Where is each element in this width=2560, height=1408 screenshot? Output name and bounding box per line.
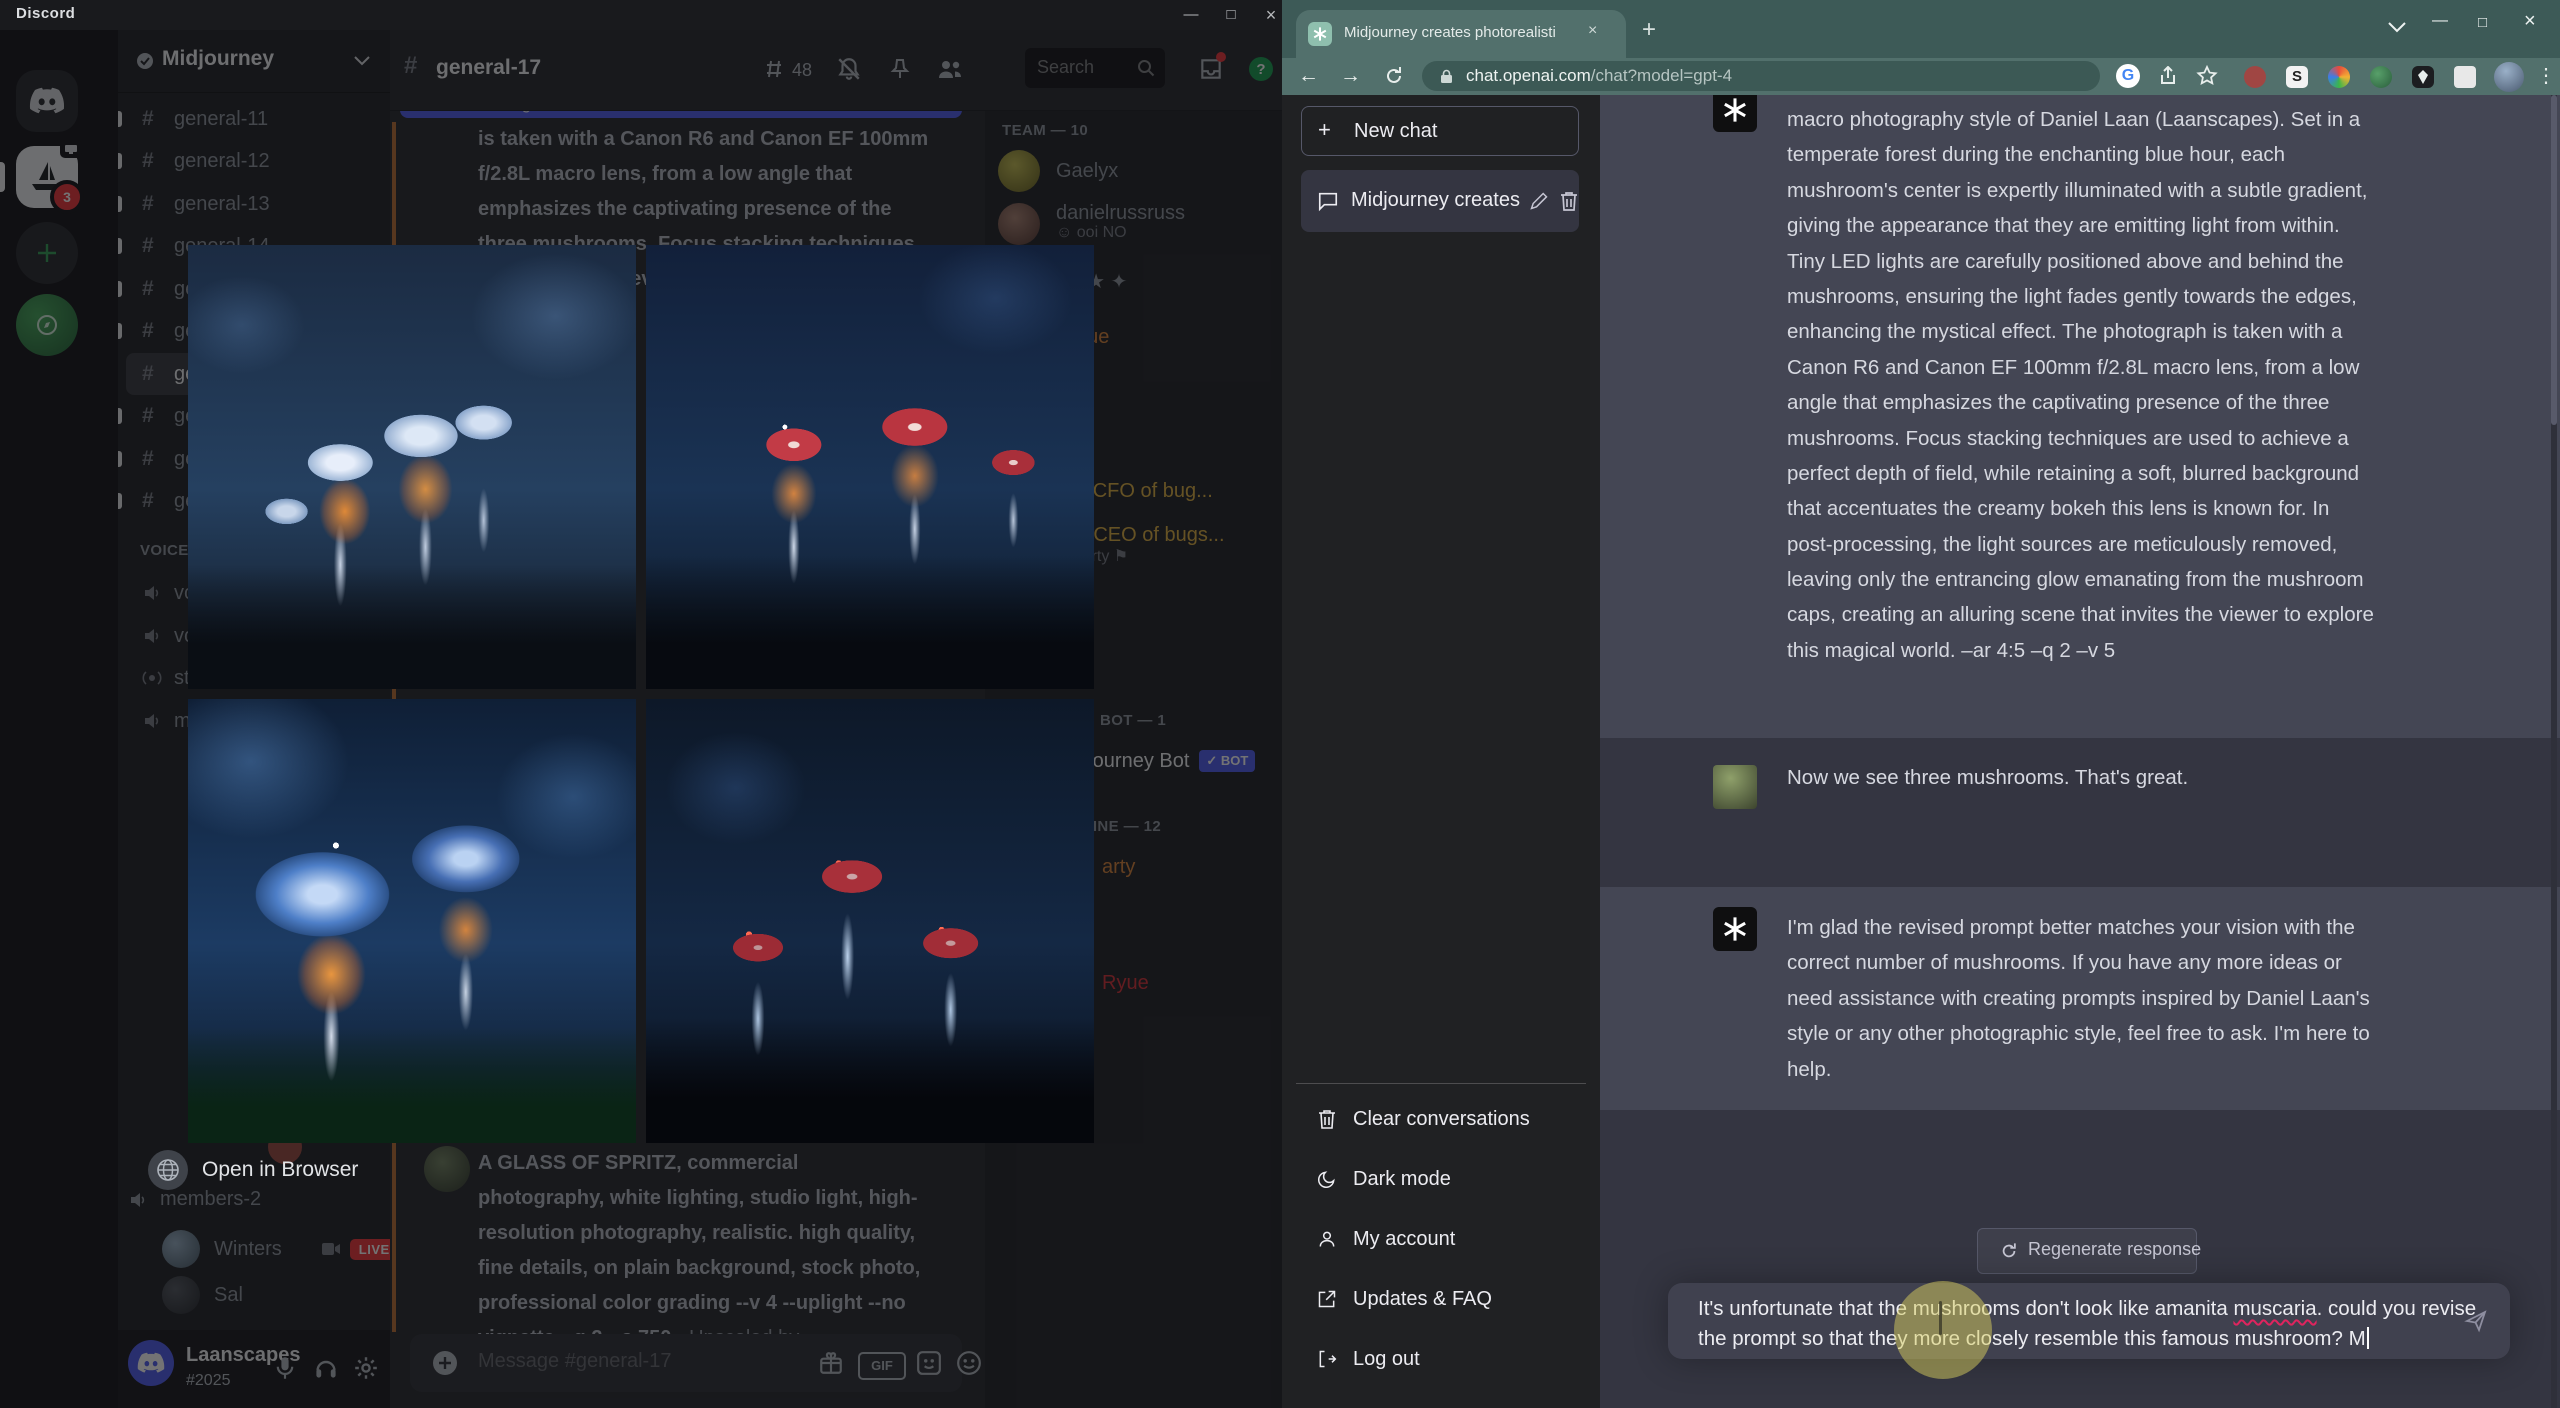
window-chevron-icon[interactable]: [2388, 22, 2406, 33]
extension-icon-5[interactable]: [2412, 66, 2434, 88]
sidebar-item-my-account[interactable]: My account: [1301, 1213, 1579, 1265]
sidebar-item-updates-faq[interactable]: Updates & FAQ: [1301, 1273, 1579, 1325]
browser-menu-icon[interactable]: ⋮: [2536, 63, 2556, 88]
globe-icon: [157, 1159, 179, 1181]
open-in-browser-icon: [148, 1150, 188, 1190]
sidebar-item-dark-mode[interactable]: Dark mode: [1301, 1153, 1579, 1205]
assistant-avatar: [1713, 95, 1757, 132]
logout-icon: [1319, 1350, 1337, 1368]
openai-logo-icon: [1313, 27, 1327, 41]
minimize-button[interactable]: —: [2432, 12, 2448, 30]
extension-icon-4[interactable]: [2370, 66, 2392, 88]
screen: 3 Midjourney #general-11 #general-12 #ge…: [0, 0, 2560, 1408]
close-button[interactable]: ×: [2524, 10, 2536, 33]
discord-window: 3 Midjourney #general-11 #general-12 #ge…: [0, 0, 1282, 1408]
mushroom-image-quadrant-4[interactable]: [646, 699, 1094, 1143]
user-avatar: [1713, 765, 1757, 809]
rename-pencil-icon[interactable]: [1529, 191, 1549, 211]
scrollbar-track[interactable]: [2551, 95, 2557, 1408]
google-account-icon[interactable]: G: [2116, 64, 2140, 88]
delete-trash-icon[interactable]: [1559, 190, 1579, 212]
tab-favicon: [1308, 22, 1332, 46]
extension-icon-2[interactable]: S: [2286, 66, 2308, 88]
tab-strip: Midjourney creates photorealisti × + — □…: [1282, 0, 2560, 58]
send-icon[interactable]: [2464, 1309, 2488, 1333]
browser-toolbar: ← → chat.openai.com/chat?model=gpt-4 G S…: [1282, 58, 2560, 95]
chat-title: Midjourney creates pho: [1351, 189, 1523, 211]
misspelled-word: muscaria: [2233, 1297, 2317, 1320]
mushroom-image-quadrant-3[interactable]: [188, 699, 636, 1143]
refresh-icon: [2002, 1243, 2016, 1258]
text-cursor: [2366, 1327, 2369, 1349]
tab-title: Midjourney creates photorealisti: [1344, 24, 1556, 41]
extension-icon-1[interactable]: [2244, 66, 2266, 88]
sidebar-divider: [1296, 1083, 1586, 1084]
trash-icon: [1319, 1110, 1335, 1129]
assistant-avatar: [1713, 907, 1757, 951]
extension-icon-3[interactable]: [2328, 66, 2350, 88]
address-bar[interactable]: chat.openai.com/chat?model=gpt-4: [1422, 61, 2100, 91]
forward-icon[interactable]: →: [1340, 65, 1361, 87]
plus-icon: +: [1318, 117, 1331, 142]
user-message-text: Now we see three mushrooms. That's great…: [1787, 766, 2189, 789]
share-icon[interactable]: [2158, 66, 2178, 86]
assistant-message-text: I'm glad the revised prompt better match…: [1787, 916, 2370, 1081]
back-icon[interactable]: ←: [1298, 65, 1319, 87]
close-button[interactable]: ×: [1256, 2, 1282, 28]
browser-tab[interactable]: Midjourney creates photorealisti ×: [1296, 10, 1626, 58]
minimize-button[interactable]: —: [1176, 2, 1206, 28]
discord-titleb ar: Discord — □ ×: [0, 0, 1282, 30]
openai-logo-icon: [1724, 917, 1746, 941]
assistant-message-text: macro photography style of Daniel Laan (…: [1787, 108, 2374, 662]
chat-history-item[interactable]: Midjourney creates pho: [1301, 170, 1579, 232]
regenerate-response-button[interactable]: Regenerate response: [1977, 1228, 2201, 1274]
open-in-browser-link[interactable]: Open in Browser: [202, 1158, 358, 1182]
chat-bubble-icon: [1318, 192, 1338, 212]
app-title: Discord: [16, 5, 76, 22]
chatgpt-page: macro photography style of Daniel Laan (…: [1282, 95, 2560, 1408]
tab-close-icon[interactable]: ×: [1588, 22, 1597, 40]
assistant-message: macro photography style of Daniel Laan (…: [1600, 95, 2560, 738]
chat-input[interactable]: It's unfortunate that the mushrooms don'…: [1668, 1283, 2510, 1359]
reload-icon[interactable]: [1384, 66, 1404, 86]
external-link-icon: [1318, 1290, 1336, 1308]
profile-avatar[interactable]: [2494, 62, 2524, 92]
cursor-highlight: [1894, 1281, 1992, 1379]
lock-icon: [1441, 69, 1452, 83]
bookmark-star-icon[interactable]: [2196, 65, 2218, 87]
new-chat-button[interactable]: + New chat: [1301, 106, 1579, 156]
assistant-message: I'm glad the revised prompt better match…: [1600, 887, 2560, 1110]
chatgpt-sidebar: + New chat Midjourney creates pho Clear …: [1282, 95, 1600, 1408]
maximize-button[interactable]: □: [2478, 14, 2487, 31]
extension-icon-6[interactable]: [2454, 66, 2476, 88]
ibeam-cursor: [1939, 1301, 1942, 1335]
new-tab-button[interactable]: +: [1642, 16, 1656, 44]
scrollbar-thumb[interactable]: [2551, 95, 2557, 425]
mushroom-image-quadrant-1[interactable]: [188, 245, 636, 689]
moon-icon: [1317, 1171, 1335, 1189]
browser-window: Midjourney creates photorealisti × + — □…: [1282, 0, 2560, 1408]
sidebar-item-log-out[interactable]: Log out: [1301, 1333, 1579, 1385]
url-path: /chat?model=gpt-4: [1590, 66, 1733, 85]
user-icon: [1319, 1231, 1335, 1247]
mushroom-image-quadrant-2[interactable]: [646, 245, 1094, 689]
user-message: Now we see three mushrooms. That's great…: [1600, 738, 2560, 887]
url-host: chat.openai.com: [1466, 66, 1591, 85]
openai-logo-icon: [1724, 98, 1746, 122]
sidebar-item-clear-conversations[interactable]: Clear conversations: [1301, 1093, 1579, 1145]
maximize-button[interactable]: □: [1216, 2, 1246, 28]
